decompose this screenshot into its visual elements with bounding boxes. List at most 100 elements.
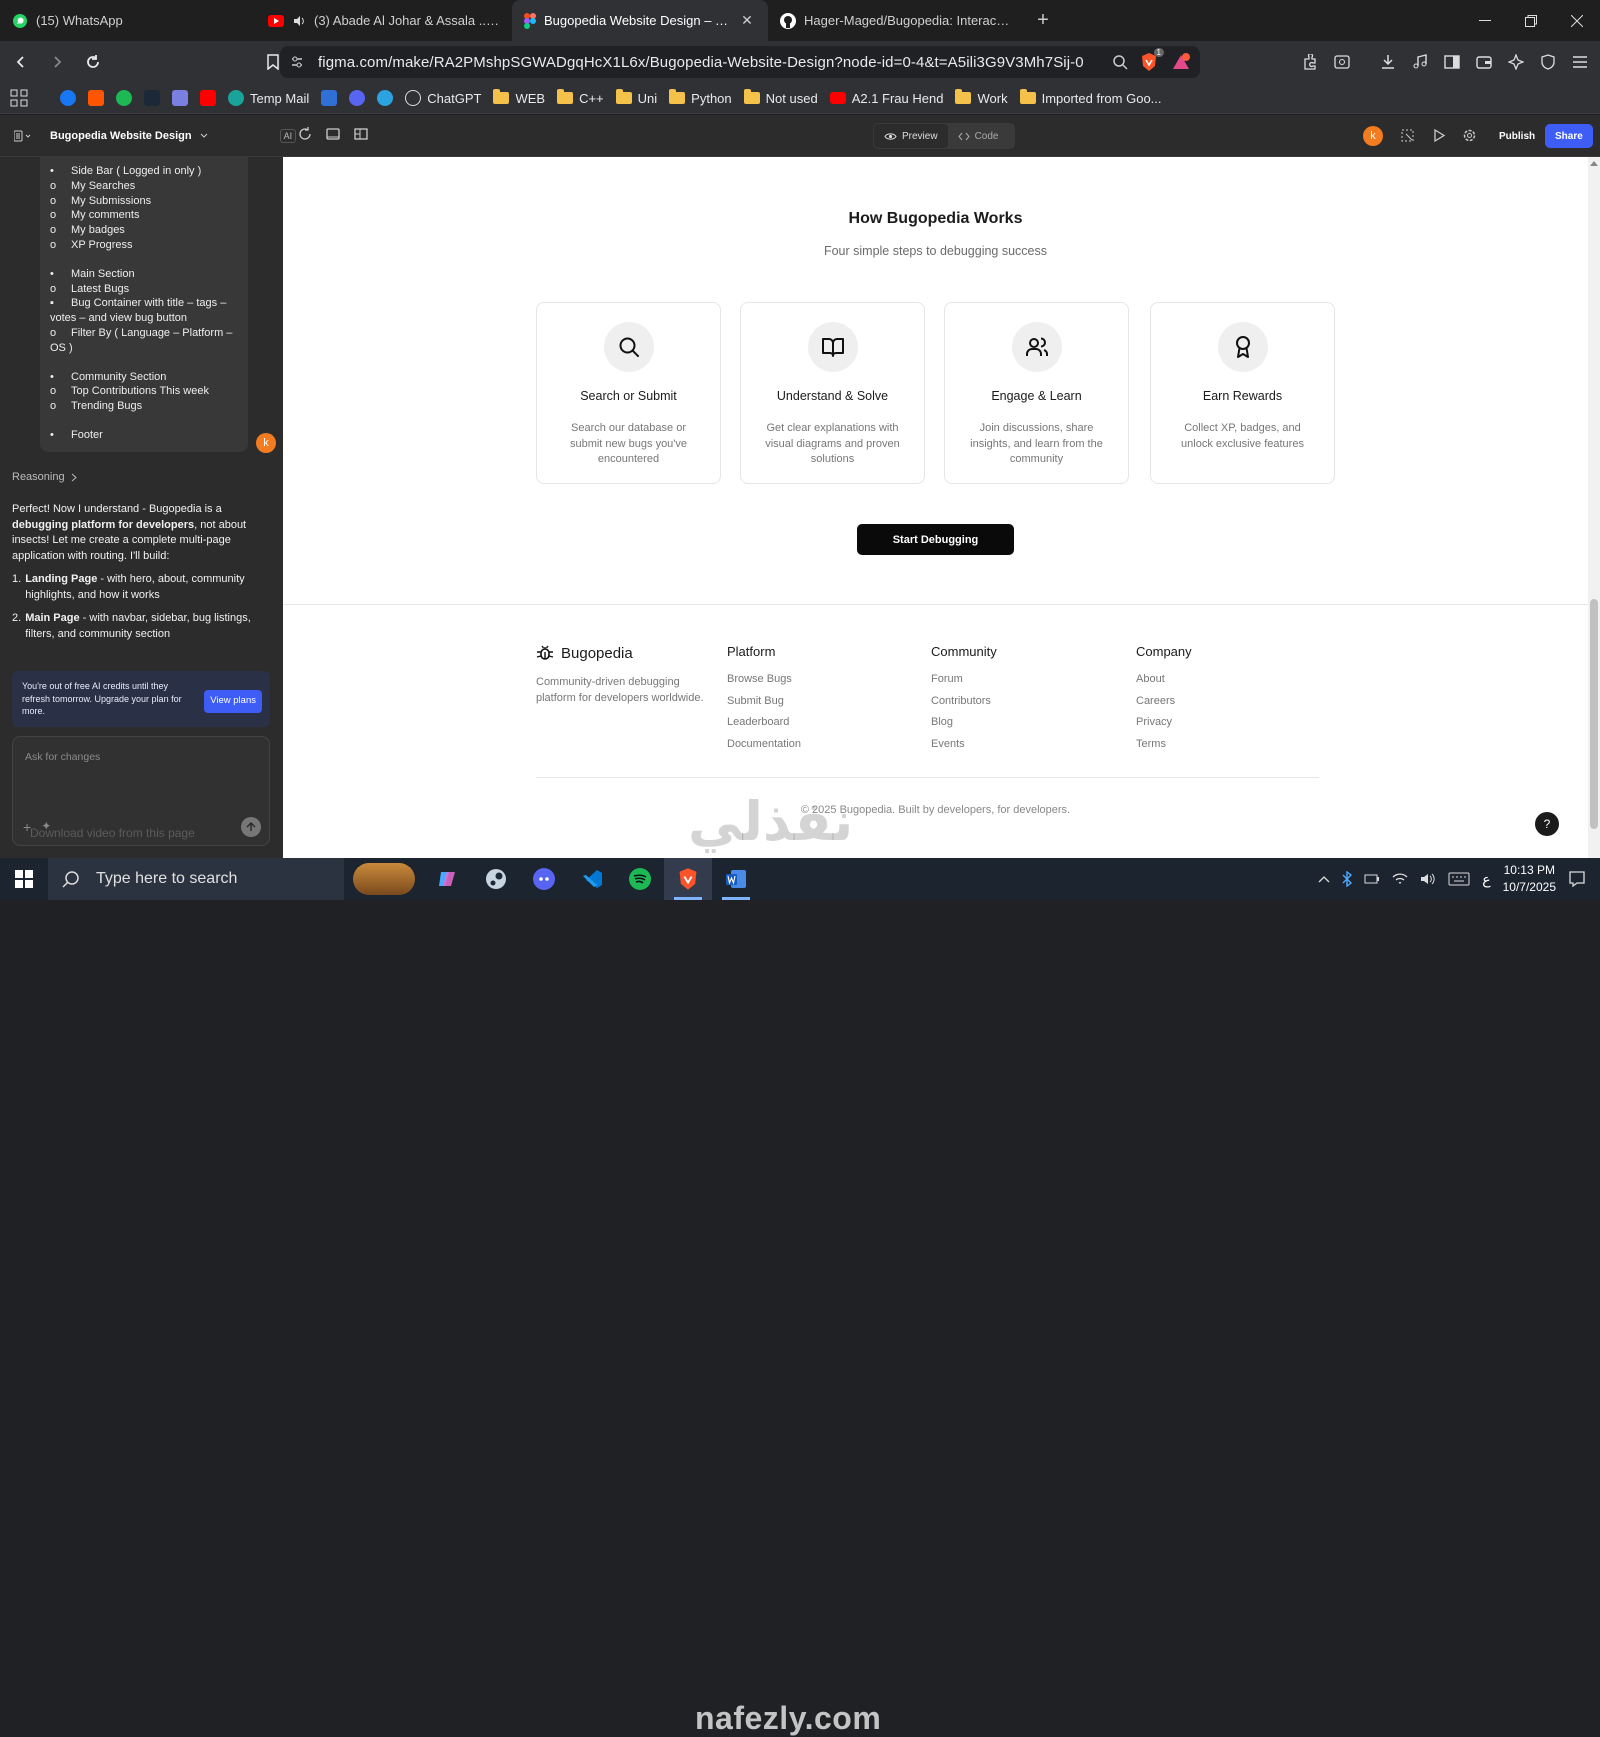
start-debugging-button[interactable]: Start Debugging [857, 524, 1014, 555]
settings-gear-icon[interactable] [1462, 128, 1477, 143]
wallet-icon[interactable] [1474, 52, 1494, 72]
keyboard-icon[interactable] [1448, 872, 1470, 886]
discord-bookmark-icon[interactable] [172, 90, 188, 106]
bookmark-folder-work[interactable]: Work [955, 89, 1008, 106]
footer-link-forum[interactable]: Forum [931, 673, 997, 687]
footer-link-terms[interactable]: Terms [1136, 738, 1192, 752]
bookmark-folder-imported[interactable]: Imported from Goo... [1019, 89, 1162, 106]
bookmark-folder-uni[interactable]: Uni [615, 89, 657, 106]
footer-link-leaderboard[interactable]: Leaderboard [727, 716, 801, 730]
tab-github[interactable]: Hager-Maged/Bugopedia: Interactive [768, 0, 1024, 41]
figma-menu-icon[interactable] [14, 130, 32, 142]
clock[interactable]: 10:13 PM 10/7/2025 [1503, 862, 1556, 896]
back-icon[interactable] [6, 47, 36, 77]
bookmark-folder-cpp[interactable]: C++ [557, 89, 604, 106]
footer-link-about[interactable]: About [1136, 673, 1192, 687]
code-tab[interactable]: Code [948, 131, 1009, 142]
notifications-icon[interactable] [1568, 870, 1586, 888]
facebook-icon[interactable] [60, 90, 76, 106]
steam-icon[interactable] [472, 858, 520, 900]
media-icon[interactable] [1410, 52, 1430, 72]
tab-figma[interactable]: Bugopedia Website Design – Fig ✕ [512, 0, 768, 41]
apps-grid-icon[interactable] [10, 89, 28, 107]
steam-bookmark-icon[interactable] [144, 90, 160, 106]
zoom-search-icon[interactable] [1112, 54, 1128, 70]
forward-icon[interactable] [42, 47, 72, 77]
send-button[interactable] [241, 817, 261, 837]
brave-browser-icon[interactable] [664, 858, 712, 900]
split-view-icon[interactable] [354, 127, 368, 141]
help-button[interactable]: ? [1535, 812, 1559, 836]
share-button[interactable]: Share [1545, 124, 1593, 148]
bookmark-temp-mail[interactable]: Temp Mail [228, 90, 309, 106]
project-name[interactable]: Bugopedia Website Design [50, 130, 192, 142]
download-video-hint[interactable]: Download video from this page [30, 826, 195, 840]
view-plans-button[interactable]: View plans [204, 690, 262, 713]
chevron-down-icon[interactable] [200, 133, 208, 139]
scrollbar-thumb[interactable] [1590, 599, 1598, 829]
bookmark-site-icon[interactable] [321, 90, 338, 106]
footer-link-events[interactable]: Events [931, 738, 997, 752]
screenshot-icon[interactable] [1332, 52, 1352, 72]
extensions-icon[interactable] [1300, 52, 1320, 72]
leo-ai-icon[interactable] [1506, 52, 1526, 72]
bookmark-frau-hend[interactable]: A2.1 Frau Hend [829, 91, 943, 106]
url-bar[interactable]: figma.com/make/RA2PMshpSGWADgqHcX1L6x/Bu… [280, 46, 1200, 78]
battery-icon[interactable] [1364, 873, 1380, 885]
menu-icon[interactable] [1570, 52, 1590, 72]
preview-scrollbar[interactable] [1588, 157, 1600, 858]
url-text[interactable]: figma.com/make/RA2PMshpSGWADgqHcX1L6x/Bu… [318, 54, 1112, 71]
vscode-icon[interactable] [568, 858, 616, 900]
close-tab-icon[interactable]: ✕ [738, 12, 756, 29]
footer-link-contributors[interactable]: Contributors [931, 695, 997, 709]
minimize-icon[interactable] [1462, 0, 1508, 41]
brave-shields-icon[interactable]: 1 [1140, 48, 1164, 72]
footer-brand[interactable]: Bugopedia [536, 644, 633, 662]
word-icon[interactable] [712, 858, 760, 900]
brave-rewards-icon[interactable] [1172, 53, 1190, 71]
bookmark-folder-not-used[interactable]: Not used [743, 89, 818, 106]
volume-icon[interactable] [1420, 872, 1436, 886]
refresh-icon[interactable] [298, 127, 312, 141]
footer-link-careers[interactable]: Careers [1136, 695, 1192, 709]
bookmark-folder-python[interactable]: Python [669, 89, 732, 106]
footer-link-browse-bugs[interactable]: Browse Bugs [727, 673, 801, 687]
spotify-icon[interactable] [116, 90, 132, 106]
reload-icon[interactable] [78, 47, 108, 77]
soundcloud-icon[interactable] [88, 90, 104, 106]
footer-link-blog[interactable]: Blog [931, 716, 997, 730]
speaker-icon[interactable] [292, 14, 306, 28]
copilot-icon[interactable] [424, 858, 472, 900]
tab-whatsapp[interactable]: (15) WhatsApp [0, 0, 256, 41]
discord-icon[interactable] [349, 90, 366, 106]
restore-icon[interactable] [1508, 0, 1554, 41]
input-language[interactable]: ع [1482, 871, 1490, 888]
close-window-icon[interactable] [1554, 0, 1600, 41]
youtube-bookmark-icon[interactable] [200, 90, 216, 106]
bookmark-chatgpt[interactable]: ChatGPT [405, 90, 481, 106]
preview-tab[interactable]: Preview [874, 124, 948, 148]
reasoning-toggle[interactable]: Reasoning [12, 471, 77, 483]
discord-icon[interactable] [520, 858, 568, 900]
avatar[interactable]: k [1363, 126, 1383, 146]
inspect-icon[interactable] [1400, 128, 1415, 143]
sidebar-toggle-icon[interactable] [1442, 52, 1462, 72]
bookmark-folder-web[interactable]: WEB [493, 89, 545, 106]
desktop-view-icon[interactable] [326, 127, 340, 141]
footer-link-submit-bug[interactable]: Submit Bug [727, 695, 801, 709]
site-settings-icon[interactable] [290, 55, 304, 69]
spotify-icon[interactable] [616, 858, 664, 900]
show-hidden-icons[interactable] [1318, 875, 1330, 883]
windows-start-icon[interactable] [0, 858, 48, 900]
tab-youtube[interactable]: (3) Abade Al Johar & Assala ... Qa [256, 0, 512, 41]
taskbar-widget-image[interactable] [344, 858, 424, 900]
publish-button[interactable]: Publish [1489, 124, 1545, 148]
footer-link-privacy[interactable]: Privacy [1136, 716, 1192, 730]
wifi-icon[interactable] [1392, 872, 1408, 886]
play-icon[interactable] [1431, 128, 1446, 143]
taskbar-search-input[interactable]: Type here to search [48, 858, 344, 900]
ai-badge[interactable]: AI [279, 129, 297, 143]
vpn-icon[interactable] [1538, 52, 1558, 72]
new-tab-button[interactable]: + [1024, 0, 1062, 41]
scroll-up-icon[interactable] [1590, 161, 1598, 166]
